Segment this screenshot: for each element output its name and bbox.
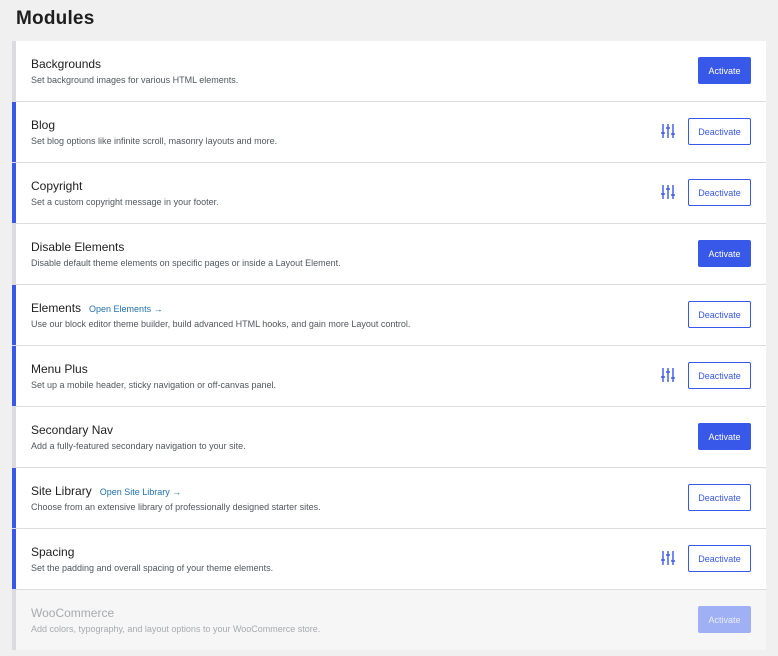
module-name-line: Secondary Nav [31,423,113,437]
module-description: Set a custom copyright message in your f… [31,197,219,207]
activate-button[interactable]: Activate [698,423,751,450]
settings-sliders-icon[interactable] [660,367,676,383]
module-description: Disable default theme elements on specif… [31,258,341,268]
settings-sliders-icon[interactable] [660,550,676,566]
module-name: Blog [31,118,56,132]
module-description: Choose from an extensive library of prof… [31,502,321,512]
deactivate-button[interactable]: Deactivate [688,301,751,328]
module-row-menu-plus: Menu Plus Set up a mobile header, sticky… [12,346,766,406]
activate-button[interactable]: Activate [698,57,751,84]
open-site-library-link[interactable]: Open Site Library → [100,487,182,497]
module-name: Copyright [31,179,83,193]
module-name-line: Elements Open Elements → [31,301,163,315]
activate-button-disabled: Activate [698,606,751,633]
module-row-copyright: Copyright Set a custom copyright message… [12,163,766,223]
module-description: Add a fully-featured secondary navigatio… [31,441,246,451]
settings-sliders-icon[interactable] [660,184,676,200]
activate-button[interactable]: Activate [698,240,751,267]
module-name-line: WooCommerce [31,606,114,620]
module-row-secondary-nav: Secondary Nav Add a fully-featured secon… [12,407,766,467]
module-description: Set the padding and overall spacing of y… [31,563,274,573]
module-row-blog: Blog Set blog options like infinite scro… [12,102,766,162]
module-description: Use our block editor theme builder, buil… [31,319,411,329]
deactivate-button[interactable]: Deactivate [688,179,751,206]
module-name: Spacing [31,545,75,559]
module-row-site-library: Site Library Open Site Library → Choose … [12,468,766,528]
page-title: Modules [16,8,95,29]
module-description: Set background images for various HTML e… [31,75,239,85]
module-name: Secondary Nav [31,423,114,437]
module-name-line: Spacing [31,545,74,559]
module-name-line: Copyright [31,179,82,193]
deactivate-button[interactable]: Deactivate [688,545,751,572]
module-name: Disable Elements [31,240,125,254]
module-name: Menu Plus [31,362,88,376]
module-description: Add colors, typography, and layout optio… [31,624,321,634]
module-row-elements: Elements Open Elements → Use our block e… [12,285,766,345]
module-description: Set blog options like infinite scroll, m… [31,136,278,146]
deactivate-button[interactable]: Deactivate [688,484,751,511]
settings-sliders-icon[interactable] [660,123,676,139]
module-name: WooCommerce [31,606,115,620]
open-elements-link[interactable]: Open Elements → [89,304,163,314]
deactivate-button[interactable]: Deactivate [688,362,751,389]
modules-list: Backgrounds Set background images for va… [12,41,766,650]
module-name-line: Disable Elements [31,240,124,254]
module-row-spacing: Spacing Set the padding and overall spac… [12,529,766,589]
deactivate-button[interactable]: Deactivate [688,118,751,145]
module-description: Set up a mobile header, sticky navigatio… [31,380,276,390]
module-name: Backgrounds [31,57,102,71]
module-row-backgrounds: Backgrounds Set background images for va… [12,41,766,101]
module-name-line: Backgrounds [31,57,101,71]
module-name: Elements [31,301,82,315]
module-name: Site Library [31,484,92,498]
module-row-disable-elements: Disable Elements Disable default theme e… [12,224,766,284]
module-name-line: Menu Plus [31,362,88,376]
module-name-line: Blog [31,118,55,132]
module-name-line: Site Library Open Site Library → [31,484,181,498]
module-row-woocommerce: WooCommerce Add colors, typography, and … [12,590,766,650]
